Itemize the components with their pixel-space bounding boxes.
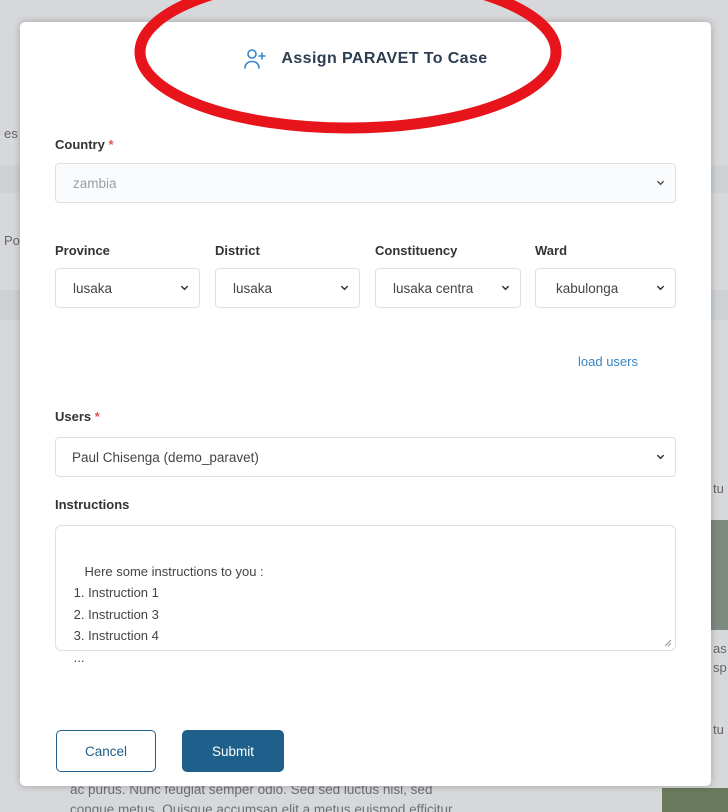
chevron-down-icon [180, 285, 189, 291]
modal-title: Assign PARAVET To Case [281, 50, 488, 67]
chevron-down-icon [656, 285, 665, 291]
instructions-label: Instructions [55, 497, 130, 512]
background-text-fragment: tu [713, 481, 724, 496]
submit-button[interactable]: Submit [182, 730, 284, 772]
users-label: Users * [55, 409, 100, 424]
district-select-value: lusaka [233, 280, 273, 296]
province-select[interactable]: lusaka [55, 268, 200, 308]
district-select[interactable]: lusaka [215, 268, 360, 308]
background-text-fragment: Po [4, 233, 20, 248]
assign-paravet-modal: Assign PARAVET To Case Country * zambia … [20, 22, 711, 786]
ward-label: Ward [535, 243, 568, 258]
background-text-fragment: as [713, 641, 727, 656]
background-text-fragment: sp [713, 660, 727, 675]
country-label-text: Country [55, 137, 105, 152]
instructions-textarea-value: Here some instructions to you : 1. Instr… [73, 563, 264, 665]
ward-select-value: kabulonga [556, 280, 619, 296]
province-label: Province [55, 243, 110, 258]
constituency-select-value: lusaka centra [393, 280, 474, 296]
load-users-link[interactable]: load users [578, 354, 638, 369]
chevron-down-icon [340, 285, 349, 291]
country-select[interactable]: zambia [55, 163, 676, 203]
modal-title-group: Assign PARAVET To Case [243, 47, 487, 71]
country-label: Country * [55, 137, 114, 152]
constituency-label: Constituency [375, 243, 458, 258]
background-photo [711, 520, 728, 630]
background-text-fragment: tu [713, 722, 724, 737]
province-select-value: lusaka [73, 280, 113, 296]
background-photo [662, 788, 728, 812]
background-text-fragment: es [4, 126, 18, 141]
required-marker: * [94, 409, 100, 424]
chevron-down-icon [656, 180, 665, 186]
constituency-select[interactable]: lusaka centra [375, 268, 521, 308]
country-select-value: zambia [73, 175, 117, 191]
required-marker: * [108, 137, 114, 152]
instructions-textarea[interactable]: Here some instructions to you : 1. Instr… [55, 525, 676, 665]
users-label-text: Users [55, 409, 92, 424]
users-select-value: Paul Chisenga (demo_paravet) [72, 449, 259, 465]
district-label: District [215, 243, 260, 258]
resize-handle-icon[interactable] [664, 639, 672, 647]
users-select[interactable]: Paul Chisenga (demo_paravet) [55, 437, 676, 477]
chevron-down-icon [656, 454, 665, 460]
modal-header: Assign PARAVET To Case [20, 22, 711, 94]
ward-select[interactable]: kabulonga [535, 268, 676, 308]
cancel-button[interactable]: Cancel [56, 730, 156, 772]
background-paragraph-line: congue metus. Quisque accumsan elit a me… [70, 802, 456, 812]
user-plus-icon [244, 49, 267, 69]
chevron-down-icon [501, 285, 510, 291]
